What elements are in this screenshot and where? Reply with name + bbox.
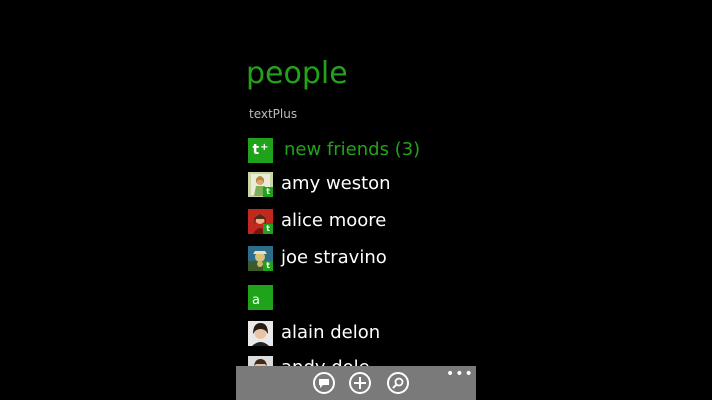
page-title: people (246, 56, 348, 91)
contact-row[interactable]: t amy weston (248, 171, 391, 197)
more-icon[interactable]: ••• (446, 367, 474, 381)
contact-name: joe stravino (281, 247, 387, 268)
search-icon[interactable] (387, 372, 409, 394)
new-friends-label: new friends (3) (284, 139, 421, 160)
app-bar: ••• (236, 366, 476, 400)
group-header-a[interactable]: a (248, 284, 273, 310)
contact-name: amy weston (281, 173, 391, 194)
message-icon[interactable] (313, 372, 335, 394)
new-friends-row[interactable]: t + new friends (3) (248, 137, 420, 163)
avatar (248, 320, 273, 346)
avatar: t (248, 245, 273, 271)
contact-row[interactable]: alain delon (248, 320, 380, 346)
textplus-badge-icon: t (263, 260, 273, 271)
textplus-badge-icon: t (263, 186, 273, 197)
avatar: t (248, 208, 273, 234)
textplus-add-icon: t + (248, 137, 273, 163)
contact-name: alice moore (281, 210, 387, 231)
textplus-badge-icon: t (263, 223, 273, 234)
contact-row[interactable]: t alice moore (248, 208, 386, 234)
contact-name: alain delon (281, 322, 381, 343)
avatar: t (248, 171, 273, 197)
page-subtitle: textPlus (249, 107, 298, 121)
contact-row[interactable]: t joe stravino (248, 245, 387, 271)
group-letter-tile: a (248, 284, 273, 310)
people-hub-screen: people textPlus t + new friends (3) t amy… (0, 0, 712, 400)
add-icon[interactable] (349, 372, 371, 394)
